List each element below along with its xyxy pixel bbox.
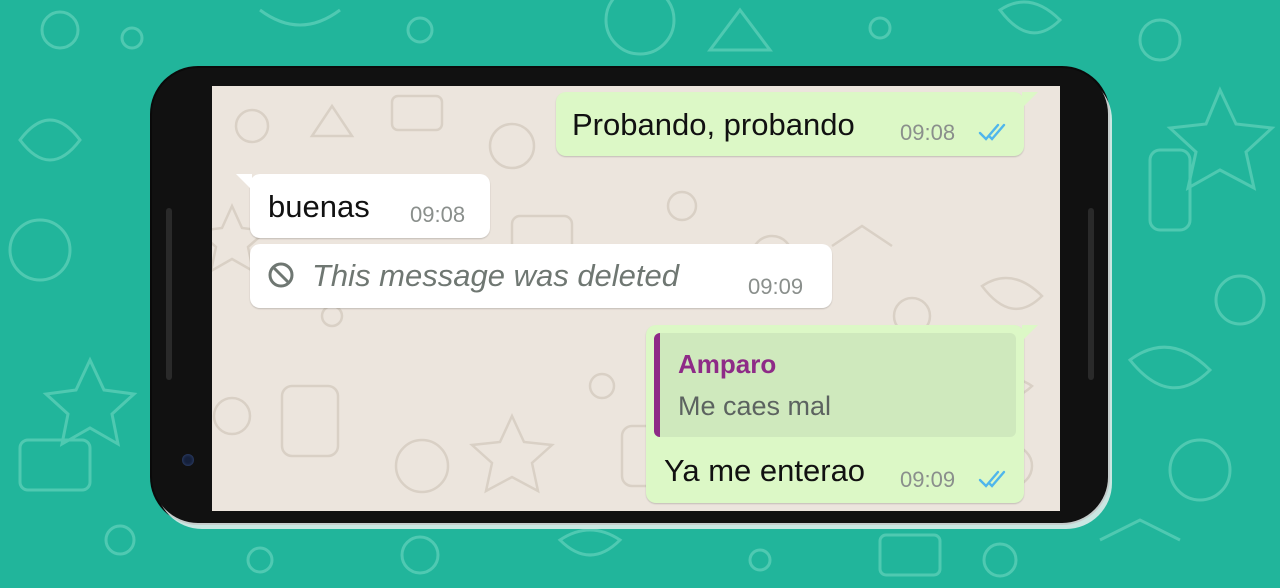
- double-check-icon: [978, 123, 1006, 141]
- message-time: 09:09: [900, 467, 956, 492]
- message-text: Probando, probando: [572, 107, 855, 142]
- message-time: 09:08: [410, 202, 466, 227]
- message-deleted[interactable]: This message was deleted 09:09: [250, 244, 832, 308]
- quoted-text: Me caes mal: [678, 391, 832, 421]
- message-text: Ya me enterao: [664, 453, 866, 488]
- deleted-message-text: This message was deleted: [312, 258, 680, 293]
- message-time: 09:09: [748, 274, 804, 299]
- quote-accent-bar: [654, 333, 660, 437]
- message-outgoing[interactable]: Probando, probando 09:08: [556, 92, 1038, 156]
- quoted-author: Amparo: [678, 349, 777, 379]
- blocked-icon: [268, 262, 294, 288]
- bubble-tail: [236, 174, 252, 190]
- quoted-message[interactable]: Amparo Me caes mal: [654, 333, 1016, 437]
- phone-frame: Probando, probando 09:08 buenas 09:08 Th…: [152, 68, 1108, 523]
- message-incoming[interactable]: buenas 09:08: [236, 174, 490, 238]
- phone-side-button-right: [1088, 208, 1094, 380]
- double-check-icon: [978, 470, 1006, 488]
- bubble-tail: [1022, 325, 1038, 341]
- phone-side-button-left: [166, 208, 172, 380]
- bubble-tail: [1022, 92, 1038, 108]
- front-camera: [182, 454, 194, 466]
- message-outgoing-reply[interactable]: Amparo Me caes mal Ya me enterao 09:09: [646, 325, 1038, 503]
- chat-screen: Probando, probando 09:08 buenas 09:08 Th…: [212, 86, 1060, 511]
- message-text: buenas: [268, 189, 370, 224]
- message-time: 09:08: [900, 120, 956, 145]
